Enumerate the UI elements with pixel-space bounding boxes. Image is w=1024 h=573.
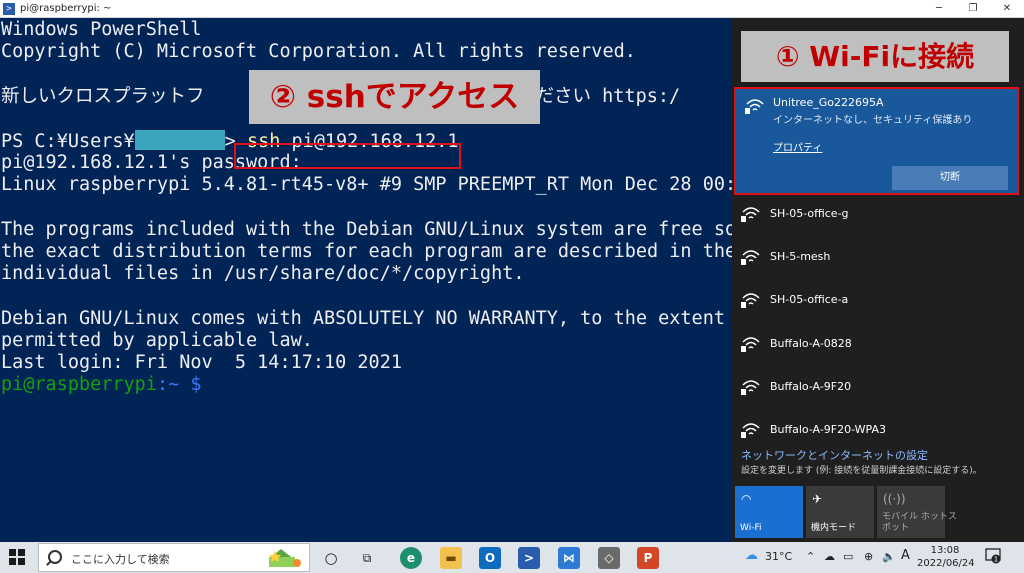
taskbar-clock[interactable]: 13:08 2022/06/24 <box>917 544 975 570</box>
wifi-ssid: SH-05-office-a <box>770 293 849 306</box>
wifi-secure-icon <box>741 207 760 222</box>
airplane-mode-tile[interactable]: ✈ 機内モード <box>806 486 874 538</box>
ssh-highlight-box <box>234 143 461 169</box>
terminal-line: Linux raspberrypi 5.4.81-rt45-v8+ #9 SMP… <box>1 174 735 195</box>
volume-icon[interactable]: 🔈 <box>882 550 896 563</box>
wifi-toggle-tile[interactable]: ◠ Wi-Fi <box>735 486 803 538</box>
wifi-icon: ◠ <box>741 492 752 506</box>
wifi-ssid: Buffalo-A-9F20 <box>770 380 852 393</box>
tile-label: Wi-Fi <box>740 523 762 533</box>
callout-step2: ② sshでアクセス <box>249 70 540 124</box>
wifi-network-item[interactable]: SH-05-office-g <box>735 195 1020 235</box>
powerpoint-icon[interactable]: P <box>637 547 659 569</box>
tile-label: 機内モード <box>811 523 857 533</box>
wifi-ssid: SH-5-mesh <box>770 250 831 263</box>
callout-step1: ① Wi-Fiに接続 <box>741 31 1009 82</box>
shell-path: :~ $ <box>156 374 202 395</box>
window-title: pi@raspberrypi: ~ <box>20 3 112 14</box>
terminal-line: permitted by applicable law. <box>1 330 313 351</box>
powershell-icon: > <box>3 2 15 15</box>
wifi-network-item[interactable]: Buffalo-A-9F20 <box>735 368 1020 408</box>
wifi-network-active[interactable]: Unitree_Go222695A インターネットなし、セキュリティ保護あり プ… <box>734 87 1019 195</box>
wifi-disconnect-button[interactable]: 切断 <box>892 166 1008 190</box>
weather-icon[interactable]: ☁ <box>745 548 758 563</box>
terminal-line: Debian GNU/Linux comes with ABSOLUTELY N… <box>1 308 725 329</box>
shell-user: pi@raspberrypi <box>1 374 157 395</box>
wifi-network-item[interactable]: Buffalo-A-9F20-WPA3 <box>735 411 1020 451</box>
wifi-network-item[interactable]: Buffalo-A-0828 <box>735 325 1020 365</box>
terminal-line: The programs included with the Debian GN… <box>1 219 735 240</box>
network-settings-link[interactable]: ネットワークとインターネットの設定 <box>741 447 928 463</box>
search-icon <box>48 550 62 564</box>
search-highlight-icon <box>269 549 301 567</box>
clock-time: 13:08 <box>930 545 960 556</box>
wifi-secure-icon <box>741 423 760 438</box>
terminal-line: the exact distribution terms for each pr… <box>1 241 735 262</box>
terminal-line: Last login: Fri Nov 5 14:17:10 2021 <box>1 352 402 373</box>
wifi-secure-icon <box>741 380 760 395</box>
maximize-button[interactable]: ❐ <box>956 0 990 18</box>
edge-icon[interactable]: e <box>400 547 422 569</box>
wifi-ssid: Buffalo-A-0828 <box>770 337 852 350</box>
wifi-ssid: SH-05-office-g <box>770 207 849 220</box>
battery-icon[interactable]: ▭ <box>843 550 853 563</box>
powershell-taskbar-icon[interactable]: > <box>518 547 540 569</box>
prompt-prefix: PS C:¥Users¥ <box>1 131 135 152</box>
search-placeholder: ここに入力して検索 <box>71 553 170 566</box>
wifi-secure-icon <box>741 337 760 352</box>
wifi-ssid: Buffalo-A-9F20-WPA3 <box>770 423 886 436</box>
weather-temperature[interactable]: 31°C <box>765 550 792 563</box>
taskbar: ここに入力して検索 ○ ⧉ e ▬ O > ⋈ ◇ P ☁ 31°C ⌃ ☁ ▭… <box>0 542 1024 573</box>
notification-count: 1 <box>994 556 998 564</box>
notification-center-icon[interactable]: 1 <box>985 548 1001 564</box>
onedrive-icon[interactable]: ☁ <box>824 550 835 563</box>
airplane-icon: ✈ <box>812 492 823 506</box>
network-icon[interactable]: ⊕ <box>864 550 873 563</box>
virtualbox-icon[interactable]: ◇ <box>598 547 620 569</box>
wifi-network-item[interactable]: SH-5-mesh <box>735 238 1020 278</box>
network-settings-description: 設定を変更します (例: 接続を従量制課金接続に設定する)。 <box>741 466 982 476</box>
wifi-secure-icon <box>741 250 760 265</box>
task-view-icon[interactable]: ⧉ <box>356 547 378 569</box>
ime-indicator[interactable]: A <box>901 548 910 563</box>
terminal-text: 新しいクロスプラットフ <box>1 86 205 107</box>
terminal-line: Windows PowerShell <box>1 19 202 40</box>
wifi-status: インターネットなし、セキュリティ保護あり <box>773 115 973 126</box>
redacted-username <box>134 130 225 150</box>
shell-prompt: pi@raspberrypi:~ $ <box>1 374 202 396</box>
start-button[interactable] <box>9 549 25 565</box>
terminal-line: Copyright (C) Microsoft Corporation. All… <box>1 41 636 62</box>
hotspot-icon: ((·)) <box>883 492 906 506</box>
file-explorer-icon[interactable]: ▬ <box>440 547 462 569</box>
terminal-line: individual files in /usr/share/doc/*/cop… <box>1 263 525 284</box>
minimize-button[interactable]: ─ <box>922 0 956 18</box>
tray-overflow-icon[interactable]: ⌃ <box>806 550 815 563</box>
mobile-hotspot-tile[interactable]: ((·)) モバイル ホットス ポット <box>877 486 957 538</box>
clock-date: 2022/06/24 <box>917 558 975 569</box>
outlook-icon[interactable]: O <box>479 547 501 569</box>
close-button[interactable]: ✕ <box>990 0 1024 18</box>
wifi-ssid: Unitree_Go222695A <box>773 96 884 109</box>
wifi-properties-link[interactable]: プロパティ <box>773 139 822 154</box>
cortana-icon[interactable]: ○ <box>320 547 342 569</box>
wifi-secure-icon <box>741 293 760 308</box>
vscode-icon[interactable]: ⋈ <box>558 547 580 569</box>
wifi-secure-icon <box>745 99 764 114</box>
window-titlebar[interactable]: > pi@raspberrypi: ~ ─ ❐ ✕ <box>0 0 1024 18</box>
taskbar-search[interactable]: ここに入力して検索 <box>38 543 310 572</box>
tile-label: モバイル ホットス ポット <box>882 512 957 533</box>
wifi-network-item[interactable]: SH-05-office-a <box>735 281 1020 321</box>
